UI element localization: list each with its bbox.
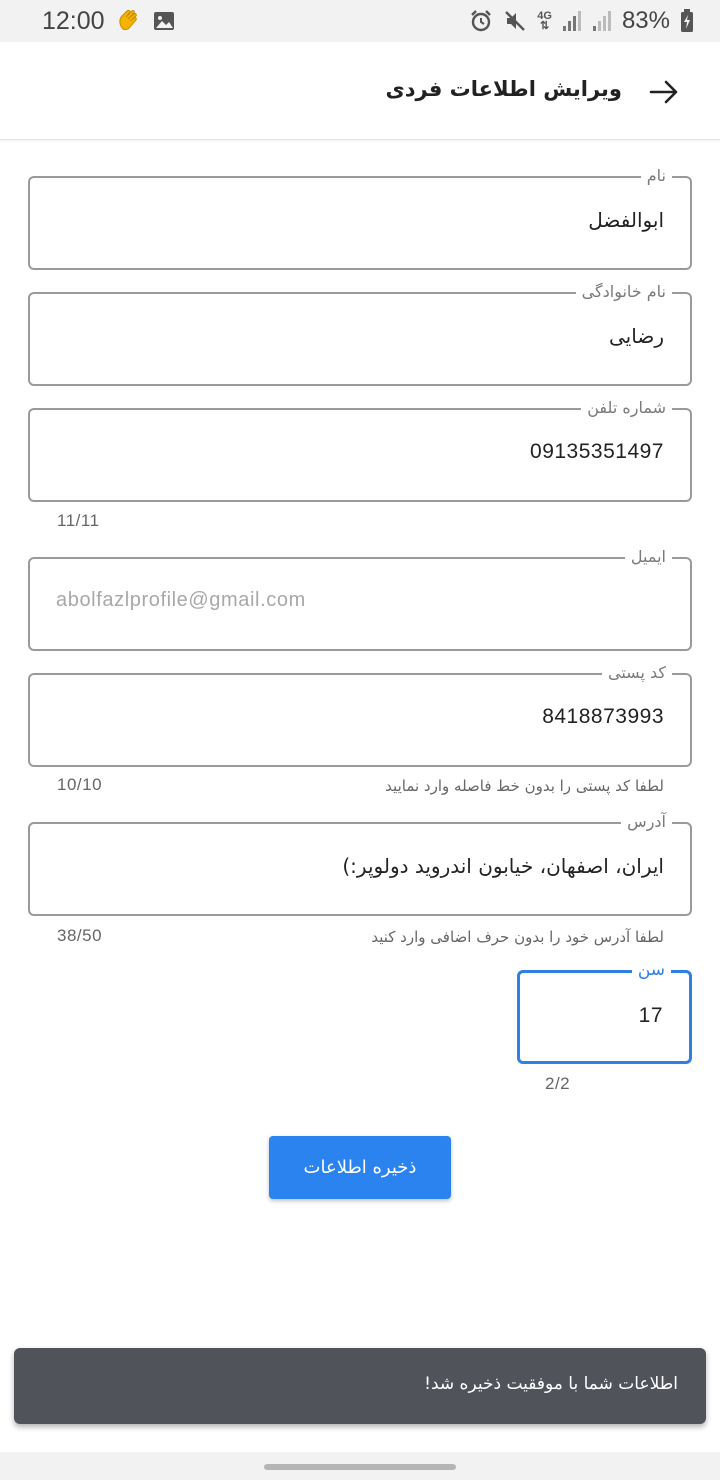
phone-label: شماره تلفن — [581, 397, 672, 419]
status-left: 12:00 — [42, 7, 175, 36]
snackbar-message: اطلاعات شما با موفقیت ذخیره شد! — [424, 1374, 678, 1394]
status-time: 12:00 — [42, 6, 105, 35]
app-bar: ویرایش اطلاعات فردی — [0, 42, 720, 140]
postal-code-value: 8418873993 — [542, 705, 664, 728]
postal-code-field[interactable]: کد پستی 8418873993 — [28, 662, 692, 767]
signal-icon — [592, 10, 612, 32]
phone-counter: 11/11 — [57, 511, 100, 530]
address-counter: 38/50 — [57, 926, 103, 945]
address-helper: لطفا آدرس خود را بدون حرف اضافی وارد کنی… — [371, 928, 664, 946]
signal-icon — [562, 10, 582, 32]
network-type-icon: 4G ⇅ — [537, 11, 552, 32]
snackbar: اطلاعات شما با موفقیت ذخیره شد! — [14, 1348, 706, 1424]
last-name-label: نام خانوادگی — [575, 281, 672, 303]
arrow-right-icon — [649, 80, 678, 104]
alarm-icon — [469, 9, 493, 33]
age-value: 17 — [638, 1004, 663, 1027]
address-value: ایران، اصفهان، خیابون اندروید دولوپر:) — [342, 854, 664, 878]
back-button[interactable] — [644, 72, 684, 112]
gesture-handle[interactable] — [264, 1464, 456, 1470]
email-value: abolfazlprofile@gmail.com — [56, 589, 306, 611]
first-name-field[interactable]: نام ابوالفضل — [28, 165, 692, 270]
postal-code-counter: 10/10 — [57, 775, 103, 794]
first-name-label: نام — [640, 165, 672, 187]
age-field[interactable]: سن 17 — [517, 959, 692, 1064]
address-field[interactable]: آدرس ایران، اصفهان، خیابون اندروید دولوپ… — [28, 811, 692, 916]
status-right: 4G ⇅ 83% — [469, 7, 694, 35]
postal-code-helper: لطفا کد پستی را بدون خط فاصله وارد نمایی… — [385, 777, 664, 795]
age-counter: 2/2 — [545, 1074, 571, 1093]
status-bar: 12:00 4G ⇅ 83% — [0, 0, 720, 42]
email-field[interactable]: ایمیل abolfazlprofile@gmail.com — [28, 546, 692, 651]
waving-hand-icon — [115, 7, 143, 35]
address-label: آدرس — [621, 811, 672, 833]
save-button[interactable]: ذخیره اطلاعات — [269, 1136, 451, 1199]
first-name-value: ابوالفضل — [588, 208, 664, 232]
phone-value: 09135351497 — [530, 440, 664, 463]
mute-icon — [503, 9, 527, 33]
navigation-bar — [0, 1452, 720, 1480]
email-label: ایمیل — [624, 546, 672, 568]
battery-charging-icon — [680, 9, 694, 33]
last-name-field[interactable]: نام خانوادگی رضایی — [28, 281, 692, 386]
data-arrows-icon: ⇅ — [540, 20, 550, 32]
battery-percent: 83% — [621, 7, 670, 34]
postal-code-label: کد پستی — [602, 662, 672, 684]
image-icon — [153, 10, 175, 32]
page-title: ویرایش اطلاعات فردی — [385, 77, 623, 101]
age-label: سن — [631, 959, 671, 981]
last-name-value: رضایی — [609, 324, 664, 348]
phone-field[interactable]: شماره تلفن 09135351497 — [28, 397, 692, 502]
